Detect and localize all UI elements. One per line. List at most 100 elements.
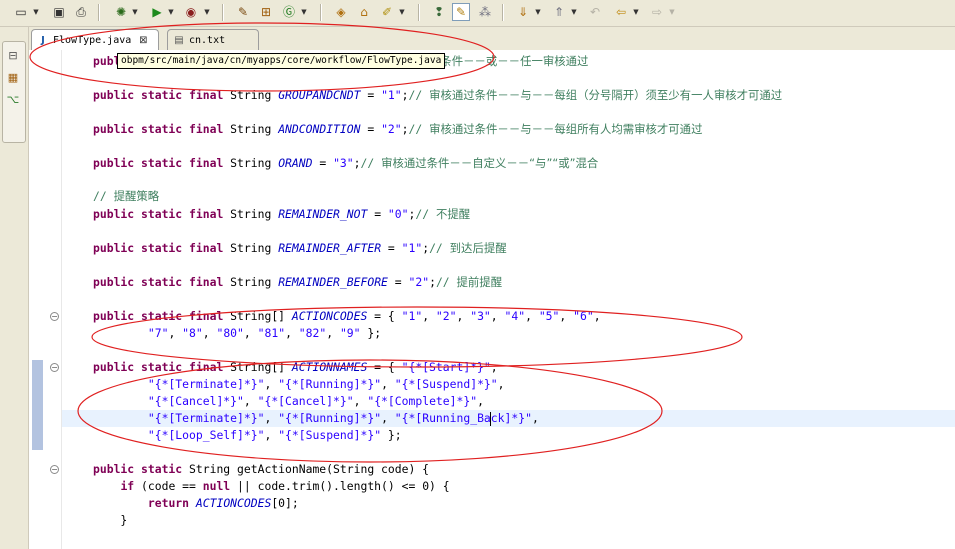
tab-flowtype-java[interactable]: J FlowType.java ⊠: [31, 29, 159, 50]
hierarchy-icon[interactable]: ⌥: [6, 92, 20, 106]
new-wizard-icon[interactable]: ▭: [12, 3, 30, 21]
code-line[interactable]: public static final String REMAINDER_AFT…: [93, 240, 507, 257]
code-token: "{*[Cancel]*}": [257, 394, 354, 408]
next-annotation-dropdown-icon[interactable]: ▼: [534, 3, 542, 21]
next-annotation-icon[interactable]: ⇓: [514, 3, 532, 21]
debug-icon[interactable]: ✺: [112, 3, 130, 21]
code-token: ,: [264, 428, 279, 442]
code-token: "3": [470, 309, 491, 323]
code-token: 提醒策略: [113, 189, 160, 203]
code-line[interactable]: public static final String ORAND = "3";/…: [93, 155, 598, 172]
close-tab-icon[interactable]: ⊠: [137, 35, 149, 46]
code-line[interactable]: "{*[Terminate]*}", "{*[Running]*}", "{*[…: [93, 410, 539, 427]
collapse-icon[interactable]: −: [50, 465, 59, 474]
code-line[interactable]: "{*[Loop_Self]*}", "{*[Suspend]*}" };: [93, 427, 402, 444]
new-package-icon[interactable]: ⊞: [257, 3, 275, 21]
new-class-icon[interactable]: Ⓖ: [280, 3, 298, 21]
code-token: String: [223, 241, 279, 255]
collapse-icon[interactable]: −: [50, 312, 59, 321]
code-line[interactable]: }: [93, 512, 127, 529]
code-line[interactable]: public static final String REMAINDER_BEF…: [93, 274, 502, 291]
code-token: String: [223, 275, 279, 289]
code-token: //: [415, 207, 436, 221]
restore-icon[interactable]: ⊟: [6, 48, 20, 62]
code-token: public static final: [93, 207, 224, 221]
code-token: "{*[Running_Ba: [394, 411, 491, 425]
code-token: =: [367, 207, 388, 221]
code-line[interactable]: "{*[Terminate]*}", "{*[Running]*}", "{*[…: [93, 376, 505, 393]
code-token: String[]: [223, 360, 292, 374]
code-token: ,: [593, 309, 601, 323]
code-token: ;: [429, 275, 436, 289]
tab-cn-txt[interactable]: ▤ cn.txt: [167, 29, 259, 50]
search-dropdown-icon[interactable]: ▼: [398, 3, 406, 21]
code-token: ,: [264, 411, 279, 425]
debug-dropdown-icon[interactable]: ▼: [131, 3, 139, 21]
code-line[interactable]: public static final String GROUPANDCNDT …: [93, 87, 782, 104]
code-token: ,: [202, 326, 217, 340]
code-token: public static final: [93, 241, 224, 255]
previous-annotation-icon[interactable]: ⇑: [550, 3, 568, 21]
run-icon[interactable]: ▶: [148, 3, 166, 21]
code-token: ,: [531, 411, 539, 425]
open-type-icon[interactable]: ◈: [332, 3, 350, 21]
print-icon[interactable]: ⎙: [72, 3, 90, 21]
package-explorer-icon[interactable]: ▦: [6, 70, 20, 84]
code-token: "{*[Running]*}": [278, 377, 382, 391]
external-tools-icon[interactable]: ◉: [182, 3, 200, 21]
code-token: "3": [333, 156, 354, 170]
code-line[interactable]: return ACTIONCODES[0];: [93, 495, 299, 512]
code-token: "5": [538, 309, 560, 323]
code-token: if: [120, 479, 135, 493]
last-edit-location-icon[interactable]: ↶: [586, 3, 604, 21]
code-token: 到达后提醒: [449, 241, 507, 255]
code-token: "1": [381, 88, 402, 102]
toggle-mark-occurrences-icon[interactable]: ✎: [452, 3, 470, 21]
code-line[interactable]: public static final String ANDCONDITION …: [93, 121, 702, 138]
code-token: "8": [182, 326, 203, 340]
text-file-icon: ▤: [174, 34, 184, 46]
back-dropdown-icon[interactable]: ▼: [632, 3, 640, 21]
code-line[interactable]: public static String getActionName(Strin…: [93, 461, 429, 478]
code-line[interactable]: public static final String REMAINDER_NOT…: [93, 206, 470, 223]
code-token: //: [360, 156, 382, 170]
new-dropdown-icon[interactable]: ▼: [32, 3, 40, 21]
code-token: "2": [408, 275, 430, 289]
previous-annotation-dropdown-icon[interactable]: ▼: [570, 3, 578, 21]
code-line[interactable]: // 提醒策略: [93, 188, 159, 205]
code-token: =: [381, 241, 402, 255]
code-token: String: [223, 88, 279, 102]
new-class-dropdown-icon[interactable]: ▼: [300, 3, 308, 21]
code-line[interactable]: "{*[Cancel]*}", "{*[Cancel]*}", "{*[Comp…: [93, 393, 484, 410]
search-icon[interactable]: ✐: [378, 3, 396, 21]
code-token: "{*[Loop_Self]*}": [147, 428, 265, 442]
run-dropdown-icon[interactable]: ▼: [167, 3, 175, 21]
code-line[interactable]: public static final String[] ACTIONCODES…: [93, 308, 601, 325]
collapse-icon[interactable]: −: [50, 363, 59, 372]
code-line[interactable]: public static final String[] ACTIONNAMES…: [93, 359, 498, 376]
overview-ruler[interactable]: [29, 50, 43, 549]
show-whitespace-icon[interactable]: ⁂: [476, 3, 494, 21]
forward-dropdown-icon[interactable]: ▼: [668, 3, 676, 21]
code-token: "2": [381, 122, 402, 136]
code-token: "{*[Terminate]*}": [147, 377, 265, 391]
code-token: };: [381, 428, 402, 442]
new-java-project-icon[interactable]: ✎: [234, 3, 252, 21]
code-token: ,: [477, 394, 484, 408]
code-line[interactable]: if (code == null || code.trim().length()…: [93, 478, 449, 495]
open-task-icon[interactable]: ❢: [430, 3, 448, 21]
open-folder-icon[interactable]: ⌂: [355, 3, 373, 21]
save-icon[interactable]: ▣: [50, 3, 68, 21]
forward-icon[interactable]: ⇨: [648, 3, 666, 21]
code-token: REMAINDER_NOT: [278, 207, 368, 221]
code-token: ,: [559, 309, 574, 323]
code-editor[interactable]: − − − publ // 审核通过条件－－或－－任一审核通过public st…: [29, 50, 955, 549]
minimized-views: ⊟ ▦ ⌥: [2, 41, 26, 143]
code-line[interactable]: "7", "8", "80", "81", "82", "9" };: [93, 325, 381, 342]
external-tools-dropdown-icon[interactable]: ▼: [203, 3, 211, 21]
back-icon[interactable]: ⇦: [612, 3, 630, 21]
